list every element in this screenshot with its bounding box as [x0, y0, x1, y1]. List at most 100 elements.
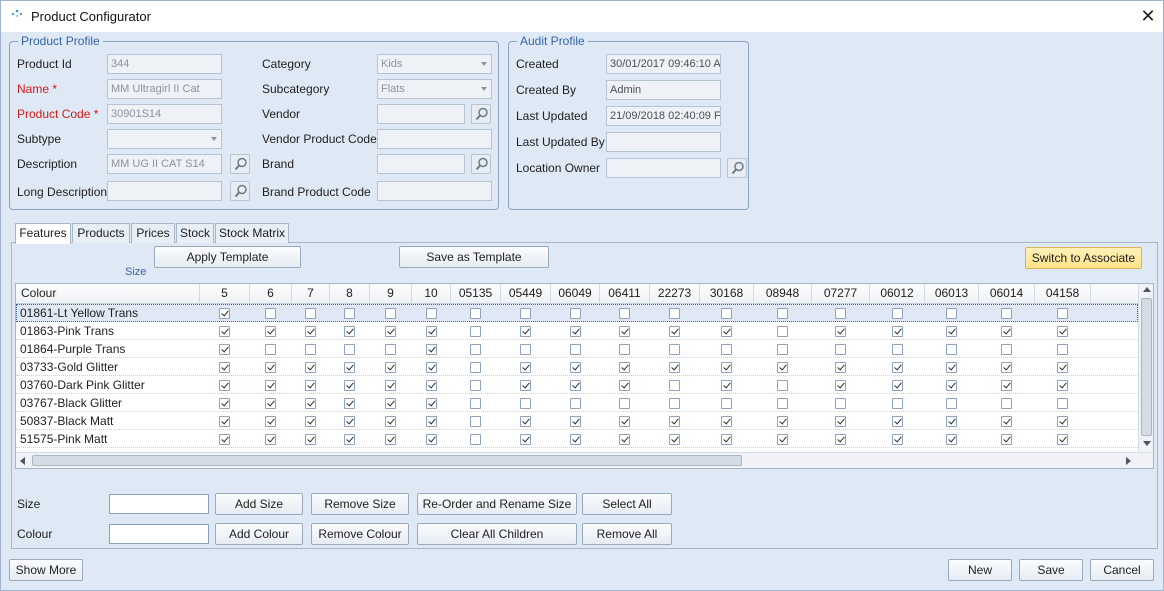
description-field[interactable]: MM UG II CAT S14 [107, 154, 222, 174]
save-button[interactable]: Save [1019, 559, 1083, 581]
size-colour-checkbox[interactable] [669, 362, 680, 373]
size-colour-checkbox[interactable] [777, 308, 788, 319]
table-row[interactable]: 51575-Pink Matt [16, 430, 1138, 448]
size-colour-checkbox[interactable] [305, 326, 316, 337]
size-colour-checkbox[interactable] [569, 434, 581, 445]
size-colour-checkbox[interactable] [835, 308, 846, 319]
size-colour-checkbox[interactable] [1001, 416, 1012, 427]
column-header-size[interactable]: 07277 [812, 284, 870, 304]
size-colour-checkbox[interactable] [835, 326, 846, 337]
size-colour-checkbox[interactable] [305, 416, 316, 427]
scroll-down-icon[interactable] [1143, 441, 1151, 446]
size-colour-checkbox[interactable] [1001, 434, 1012, 445]
size-colour-checkbox[interactable] [265, 380, 276, 391]
size-colour-checkbox[interactable] [520, 326, 531, 337]
size-colour-checkbox[interactable] [891, 398, 903, 409]
location-owner-field[interactable] [606, 158, 721, 178]
tab-products[interactable]: Products [72, 223, 130, 243]
last-updated-by-field[interactable] [606, 132, 721, 152]
size-colour-checkbox[interactable] [470, 344, 481, 355]
size-colour-checkbox[interactable] [946, 380, 957, 391]
size-colour-checkbox[interactable] [946, 362, 957, 373]
size-colour-checkbox[interactable] [344, 380, 355, 391]
product-code-field[interactable]: 30901S14 [107, 104, 222, 124]
size-colour-checkbox[interactable] [569, 326, 581, 337]
size-colour-checkbox[interactable] [946, 416, 957, 427]
horizontal-scroll-thumb[interactable] [32, 455, 742, 466]
size-colour-checkbox[interactable] [669, 398, 680, 409]
column-header-size[interactable]: 06013 [925, 284, 979, 304]
size-colour-checkbox[interactable] [891, 326, 903, 337]
size-colour-checkbox[interactable] [219, 344, 230, 355]
new-button[interactable]: New [948, 559, 1012, 581]
column-header-size[interactable]: 06411 [600, 284, 650, 304]
size-colour-checkbox[interactable] [520, 344, 531, 355]
size-colour-checkbox[interactable] [219, 398, 230, 409]
size-colour-checkbox[interactable] [777, 362, 788, 373]
size-colour-checkbox[interactable] [344, 308, 355, 319]
size-colour-checkbox[interactable] [1001, 308, 1012, 319]
size-colour-checkbox[interactable] [721, 362, 732, 373]
column-header-size[interactable]: 04158 [1035, 284, 1091, 304]
size-colour-checkbox[interactable] [385, 308, 396, 319]
size-colour-checkbox[interactable] [835, 380, 846, 391]
column-header-size[interactable]: 06012 [870, 284, 925, 304]
size-colour-checkbox[interactable] [1057, 344, 1068, 355]
product-id-field[interactable]: 344 [107, 54, 222, 74]
size-colour-checkbox[interactable] [619, 434, 630, 445]
horizontal-scrollbar[interactable] [16, 452, 1153, 468]
created-field[interactable]: 30/01/2017 09:46:10 A [606, 54, 721, 74]
size-colour-checkbox[interactable] [619, 398, 630, 409]
column-header-size[interactable]: 5 [200, 284, 250, 304]
size-colour-checkbox[interactable] [520, 308, 531, 319]
size-colour-checkbox[interactable] [265, 308, 276, 319]
column-header-size[interactable]: 05135 [451, 284, 501, 304]
vendor-search-button[interactable] [471, 104, 491, 124]
size-colour-checkbox[interactable] [1001, 326, 1012, 337]
size-colour-checkbox[interactable] [1057, 326, 1068, 337]
reorder-rename-size-button[interactable]: Re-Order and Rename Size [417, 493, 577, 515]
size-colour-checkbox[interactable] [721, 326, 732, 337]
brand-search-button[interactable] [471, 154, 491, 174]
size-colour-checkbox[interactable] [619, 344, 630, 355]
size-input[interactable] [109, 494, 209, 514]
size-colour-checkbox[interactable] [1057, 416, 1068, 427]
size-colour-checkbox[interactable] [305, 308, 316, 319]
size-colour-checkbox[interactable] [669, 326, 680, 337]
size-colour-checkbox[interactable] [946, 344, 957, 355]
size-colour-checkbox[interactable] [385, 434, 396, 445]
column-header-size[interactable]: 05449 [501, 284, 551, 304]
clear-all-children-button[interactable]: Clear All Children [417, 523, 577, 545]
size-colour-checkbox[interactable] [619, 380, 630, 391]
size-colour-checkbox[interactable] [265, 344, 276, 355]
table-row[interactable]: 01863-Pink Trans [16, 322, 1138, 340]
size-colour-checkbox[interactable] [619, 416, 630, 427]
size-colour-checkbox[interactable] [344, 398, 355, 409]
size-colour-checkbox[interactable] [1001, 344, 1012, 355]
size-colour-checkbox[interactable] [425, 308, 437, 319]
size-colour-checkbox[interactable] [777, 326, 788, 337]
size-colour-checkbox[interactable] [344, 416, 355, 427]
size-colour-checkbox[interactable] [669, 380, 680, 391]
add-size-button[interactable]: Add Size [215, 493, 303, 515]
close-icon[interactable]: ✕ [1137, 5, 1159, 27]
size-colour-checkbox[interactable] [721, 308, 732, 319]
size-colour-checkbox[interactable] [946, 326, 957, 337]
scroll-up-icon[interactable] [1143, 287, 1151, 292]
vertical-scroll-thumb[interactable] [1141, 298, 1152, 436]
subtype-combo[interactable] [107, 129, 222, 149]
size-colour-checkbox[interactable] [425, 416, 437, 427]
size-colour-checkbox[interactable] [385, 416, 396, 427]
size-colour-checkbox[interactable] [721, 416, 732, 427]
table-row[interactable]: 01861-Lt Yellow Trans [16, 304, 1138, 322]
table-row[interactable]: 03733-Gold Glitter [16, 358, 1138, 376]
size-colour-checkbox[interactable] [1057, 398, 1068, 409]
size-colour-checkbox[interactable] [619, 362, 630, 373]
size-colour-checkbox[interactable] [891, 344, 903, 355]
column-header-size[interactable]: 9 [370, 284, 412, 304]
size-colour-checkbox[interactable] [385, 326, 396, 337]
subcategory-combo[interactable]: Flats [377, 79, 492, 99]
size-colour-checkbox[interactable] [385, 362, 396, 373]
column-header-size[interactable]: 06014 [979, 284, 1035, 304]
category-combo[interactable]: Kids [377, 54, 492, 74]
